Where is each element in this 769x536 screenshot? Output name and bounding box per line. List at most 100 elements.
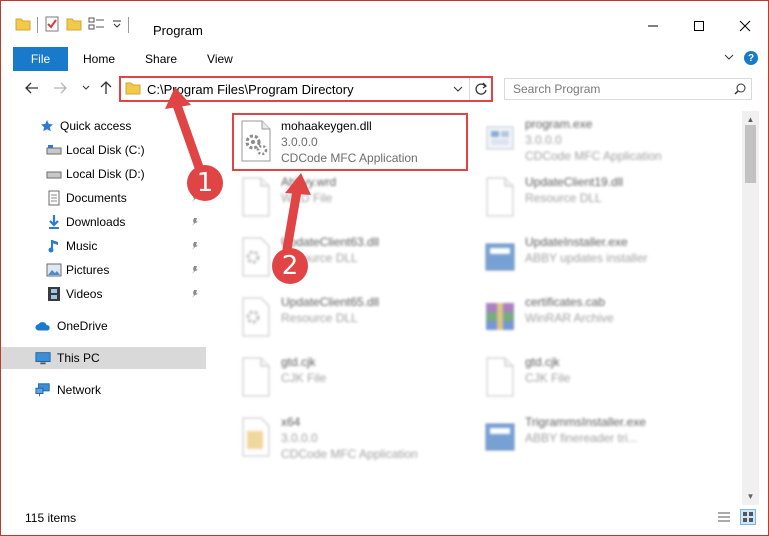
refresh-icon[interactable] [469, 78, 491, 100]
navigation-pane: Quick access Local Disk (C:) Local Disk … [1, 111, 206, 505]
tab-view[interactable]: View [192, 47, 248, 71]
sidebar-item-videos[interactable]: Videos [1, 283, 206, 305]
file-description: CDCode MFC Application [281, 447, 418, 461]
minimize-button[interactable] [630, 11, 676, 41]
tab-share[interactable]: Share [130, 47, 192, 71]
sidebar-item-network[interactable]: Network [1, 379, 206, 401]
file-type: WRD File [281, 191, 333, 205]
drive-icon [46, 142, 62, 158]
file-name: UpdateClient63.dll [281, 235, 380, 249]
sidebar-item-onedrive[interactable]: OneDrive [1, 315, 206, 337]
drive-icon [46, 166, 62, 182]
scroll-down-icon[interactable]: ▼ [742, 488, 759, 505]
file-item-trigrammsinstaller[interactable]: TrigrammsInstaller.exe ABBY finereader t… [479, 413, 724, 469]
sidebar-item-label: Quick access [60, 119, 132, 133]
chevron-down-icon [82, 85, 90, 90]
quick-access-toolbar [15, 15, 129, 35]
view-switcher [716, 509, 756, 525]
file-item-certificates-cab[interactable]: certificates.cab WinRAR Archive [479, 293, 724, 349]
blank-file-icon [479, 353, 521, 401]
search-box[interactable] [504, 78, 752, 100]
file-version: 3.0.0.0 [525, 133, 562, 147]
sidebar-item-local-disk-c[interactable]: Local Disk (C:) [1, 139, 206, 161]
winrar-icon [479, 293, 521, 341]
search-icon[interactable] [729, 83, 751, 95]
download-icon [46, 214, 62, 230]
file-item-gtd-cjk-1[interactable]: gtd.cjk CJK File [235, 353, 480, 409]
network-icon [35, 382, 51, 398]
sidebar-item-documents[interactable]: Documents [1, 187, 206, 209]
file-type: ABBY updates installer [525, 251, 648, 265]
new-folder-icon[interactable] [66, 17, 82, 34]
back-arrow-icon [25, 82, 38, 94]
qat-dropdown-icon[interactable] [112, 18, 122, 32]
pin-icon[interactable] [190, 288, 200, 302]
item-count: 115 items [25, 511, 77, 525]
forward-button[interactable] [51, 79, 69, 97]
close-button[interactable] [722, 11, 768, 41]
file-item-abbyy-wrd[interactable]: Abbyy.wrd WRD File [235, 173, 480, 229]
exe-icon [479, 115, 521, 163]
file-item-updateinstaller[interactable]: UpdateInstaller.exe ABBY updates install… [479, 233, 724, 289]
cloud-icon [35, 318, 51, 334]
address-path[interactable]: C:\Program Files\Program Directory [147, 82, 447, 97]
details-view-icon[interactable] [716, 509, 732, 525]
search-input[interactable] [505, 79, 729, 99]
sidebar-item-this-pc[interactable]: This PC [1, 347, 206, 369]
up-arrow-icon [100, 81, 112, 94]
file-item-updateclient19[interactable]: UpdateClient19.dll Resource DLL [479, 173, 724, 229]
file-item-program-exe[interactable]: program.exe 3.0.0.0 CDCode MFC Applicati… [479, 115, 724, 171]
blank-file-icon [479, 173, 521, 221]
address-dropdown-icon[interactable] [447, 78, 469, 100]
scroll-thumb[interactable] [745, 125, 756, 183]
computer-icon [35, 350, 51, 366]
file-name: UpdateInstaller.exe [525, 235, 628, 249]
ribbon-right-controls: ? [724, 51, 758, 65]
up-button[interactable] [97, 79, 115, 97]
sidebar-item-quick-access[interactable]: Quick access [1, 115, 206, 137]
window-controls [630, 11, 768, 41]
pin-icon[interactable] [190, 264, 200, 278]
tab-home[interactable]: Home [68, 47, 130, 71]
back-button[interactable] [23, 79, 41, 97]
properties-icon[interactable] [44, 16, 60, 35]
tab-file[interactable]: File [13, 47, 68, 71]
customize-icon[interactable] [88, 17, 106, 34]
maximize-icon [694, 21, 704, 31]
dll-gear-icon [235, 293, 277, 341]
vertical-scrollbar[interactable]: ▲ ▼ [742, 111, 759, 505]
sidebar-item-local-disk-d[interactable]: Local Disk (D:) [1, 163, 206, 185]
sidebar-item-label: Documents [66, 191, 127, 205]
file-name: program.exe [525, 117, 593, 131]
folder-icon [125, 81, 141, 98]
sidebar-item-label: Videos [66, 287, 103, 301]
sidebar-item-downloads[interactable]: Downloads [1, 211, 206, 233]
recent-locations-button[interactable] [77, 79, 95, 97]
pin-icon[interactable] [190, 216, 200, 230]
toolbar-divider [128, 17, 129, 33]
file-name: UpdateClient65.dll [281, 295, 380, 309]
expand-ribbon-icon[interactable] [724, 51, 734, 65]
status-bar: 115 items [1, 505, 768, 529]
sidebar-item-music[interactable]: Music [1, 235, 206, 257]
sidebar-item-pictures[interactable]: Pictures [1, 259, 206, 281]
callout-1: 1 [187, 165, 223, 201]
folder-icon[interactable] [15, 17, 31, 34]
file-version: 3.0.0.0 [281, 431, 318, 445]
pin-icon[interactable] [190, 240, 200, 254]
ribbon-tabs: File Home Share View ? [1, 47, 768, 71]
blank-file-icon [235, 353, 277, 401]
window-title: Program [153, 23, 203, 38]
installer-icon [479, 413, 521, 461]
file-item-x64[interactable]: x64 3.0.0.0 CDCode MFC Application [235, 413, 480, 469]
address-bar[interactable]: C:\Program Files\Program Directory [119, 76, 493, 102]
maximize-button[interactable] [676, 11, 722, 41]
help-icon[interactable]: ? [744, 51, 758, 65]
toolbar-divider [37, 17, 38, 33]
sidebar-item-label: OneDrive [57, 319, 108, 333]
file-item-updateclient65[interactable]: UpdateClient65.dll Resource DLL [235, 293, 480, 349]
large-icons-view-icon[interactable] [740, 509, 756, 525]
installer-icon [479, 233, 521, 281]
file-name: gtd.cjk [281, 355, 316, 369]
file-item-gtd-cjk-2[interactable]: gtd.cjk CJK File [479, 353, 724, 409]
